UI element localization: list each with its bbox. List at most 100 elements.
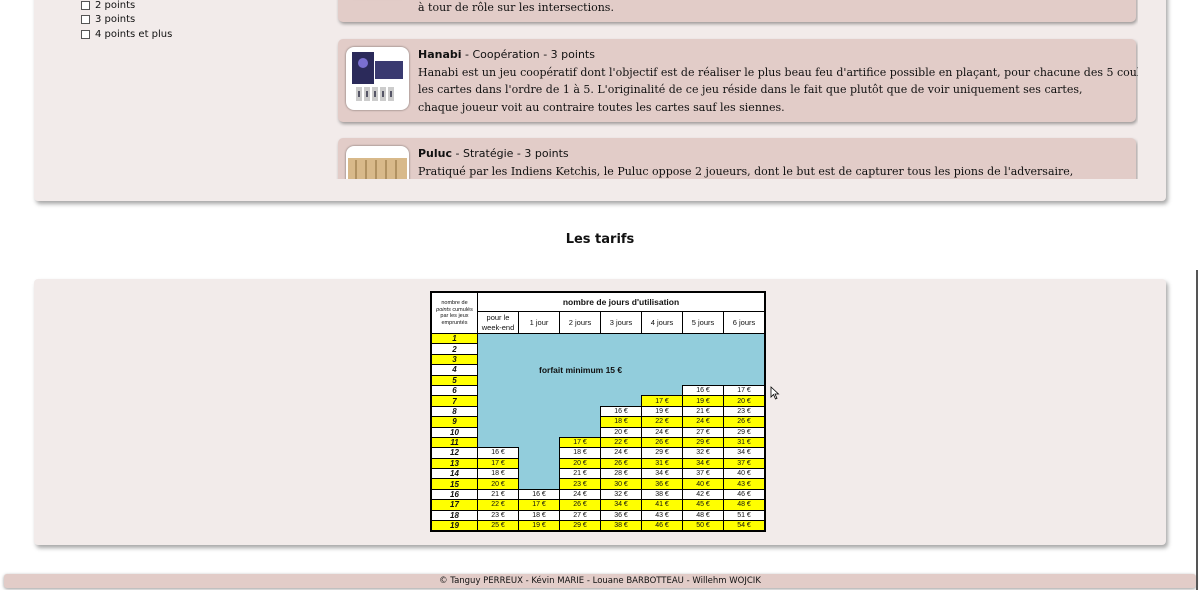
scrollbar-edge[interactable] bbox=[1196, 270, 1198, 590]
points-cell: 9 bbox=[430, 416, 478, 428]
price-cell: 43 € bbox=[641, 509, 683, 522]
column-header: 6 jours bbox=[723, 311, 766, 334]
price-cell: 41 € bbox=[641, 499, 683, 511]
forfait-cell bbox=[682, 375, 724, 386]
price-cell: 16 € bbox=[600, 405, 642, 418]
forfait-cell bbox=[477, 343, 519, 355]
forfait-cell bbox=[477, 354, 519, 365]
points-cell: 16 bbox=[430, 488, 478, 501]
price-cell: 18 € bbox=[559, 447, 601, 459]
points-cell: 7 bbox=[430, 395, 478, 407]
mouse-cursor-icon bbox=[770, 386, 780, 400]
forfait-cell bbox=[641, 375, 683, 386]
forfait-cell bbox=[641, 364, 683, 376]
price-cell: 36 € bbox=[600, 509, 642, 522]
price-cell: 20 € bbox=[723, 395, 766, 407]
price-cell: 34 € bbox=[600, 499, 642, 511]
game-card-puluc[interactable]: Puluc - Stratégie - 3 points Pratiqué pa… bbox=[338, 138, 1136, 179]
forfait-cell bbox=[518, 343, 560, 355]
game-card-hanabi[interactable]: Hanabi - Coopération - 3 points Hanabi e… bbox=[338, 39, 1138, 122]
checkbox[interactable] bbox=[81, 29, 90, 39]
price-cell: 46 € bbox=[641, 520, 683, 532]
forfait-cell bbox=[600, 343, 642, 355]
tarif-row: 9 18 €22 €24 €26 € bbox=[430, 416, 766, 428]
game-card[interactable]: à tour de rôle sur les intersections. bbox=[338, 0, 1136, 22]
price-cell: 32 € bbox=[682, 447, 724, 459]
column-header: 3 jours bbox=[600, 311, 642, 334]
price-cell: 18 € bbox=[518, 509, 560, 522]
filter-2-points[interactable]: 2 points bbox=[81, 0, 172, 13]
price-cell: 42 € bbox=[682, 488, 724, 501]
price-cell: 38 € bbox=[641, 488, 683, 501]
game-meta: - Coopération - 3 points bbox=[461, 48, 595, 61]
tarif-row: 7 17 €19 €20 € bbox=[430, 395, 766, 407]
forfait-cell bbox=[559, 354, 601, 365]
tarif-row: 12 16 € 18 €24 €29 €32 €34 € bbox=[430, 447, 766, 459]
price-cell: 26 € bbox=[723, 416, 766, 428]
tarif-row: 3 bbox=[430, 353, 765, 366]
price-cell: 22 € bbox=[477, 499, 519, 511]
game-description-line: les cartes dans l'ordre de 1 à 5. L'orig… bbox=[418, 83, 1083, 96]
filter-3-points[interactable]: 3 points bbox=[81, 13, 172, 28]
price-cell: 22 € bbox=[600, 436, 642, 449]
forfait-cell bbox=[682, 354, 724, 365]
price-cell: 34 € bbox=[682, 457, 724, 470]
price-cell: 17 € bbox=[477, 457, 519, 470]
price-cell: 37 € bbox=[682, 468, 724, 480]
price-cell: 21 € bbox=[682, 405, 724, 418]
game-meta: - Stratégie - 3 points bbox=[452, 147, 569, 160]
price-cell: 37 € bbox=[723, 457, 766, 470]
days-header: nombre de jours d'utilisation bbox=[477, 291, 766, 312]
forfait-cell bbox=[518, 375, 560, 386]
price-cell: 20 € bbox=[477, 478, 519, 490]
price-cell: 28 € bbox=[600, 468, 642, 480]
filter-label: 3 points bbox=[95, 14, 136, 26]
game-description-line: chaque joueur voit au contraire toutes l… bbox=[418, 100, 785, 114]
price-cell: 21 € bbox=[559, 468, 601, 480]
price-cell: 23 € bbox=[477, 509, 519, 522]
price-cell: 26 € bbox=[559, 499, 601, 511]
forfait-cell bbox=[559, 416, 601, 428]
price-cell: 50 € bbox=[682, 520, 724, 532]
forfait-cell bbox=[682, 343, 724, 355]
section-title: Les tarifs bbox=[565, 232, 635, 247]
column-header: 5 jours bbox=[682, 311, 724, 334]
forfait-cell bbox=[559, 385, 601, 396]
tarif-row: 15 20 € 23 €30 €36 €40 €43 € bbox=[430, 478, 766, 490]
forfait-cell bbox=[518, 427, 560, 438]
checkbox[interactable] bbox=[81, 0, 90, 10]
price-cell: 48 € bbox=[723, 499, 766, 511]
forfait-cell bbox=[559, 343, 601, 355]
game-title: Puluc bbox=[418, 147, 453, 160]
tarif-row: 11 17 €22 €26 €29 €31 € bbox=[430, 436, 766, 449]
tarif-row: 5 bbox=[430, 374, 765, 386]
price-cell: 24 € bbox=[682, 416, 724, 428]
tarif-row: 6 16 €17 € bbox=[430, 384, 766, 397]
price-cell: 32 € bbox=[600, 488, 642, 501]
checkbox[interactable] bbox=[81, 15, 90, 25]
column-header: 2 jours bbox=[559, 311, 601, 334]
points-cell: 18 bbox=[430, 509, 478, 522]
game-description-line: Hanabi est un jeu coopératif dont l'obje… bbox=[418, 65, 1138, 79]
tarif-row: 8 16 €19 €21 €23 € bbox=[430, 405, 766, 418]
forfait-label: forfait minimum 15 € bbox=[539, 365, 623, 375]
price-cell: 16 € bbox=[518, 488, 560, 501]
points-cell: 2 bbox=[430, 343, 478, 355]
price-cell: 51 € bbox=[723, 509, 766, 522]
column-header: 4 jours bbox=[641, 311, 683, 334]
forfait-cell bbox=[518, 437, 560, 448]
forfait-cell bbox=[723, 343, 765, 355]
points-cell: 15 bbox=[430, 478, 478, 490]
game-list[interactable]: à tour de rôle sur les intersections. Ha… bbox=[336, 0, 1138, 179]
price-cell: 19 € bbox=[641, 405, 683, 418]
price-cell: 25 € bbox=[477, 520, 519, 532]
forfait-cell bbox=[477, 385, 519, 396]
forfait-cell bbox=[559, 395, 601, 407]
tarif-row: 1 bbox=[430, 332, 765, 345]
forfait-cell bbox=[477, 406, 519, 417]
points-cell: 17 bbox=[430, 499, 478, 511]
puluc-image bbox=[346, 146, 409, 179]
price-cell: 27 € bbox=[559, 509, 601, 522]
filter-4-points-plus[interactable]: 4 points et plus bbox=[81, 27, 172, 42]
tarif-row: 10 20 €24 €27 €29 € bbox=[430, 426, 766, 438]
